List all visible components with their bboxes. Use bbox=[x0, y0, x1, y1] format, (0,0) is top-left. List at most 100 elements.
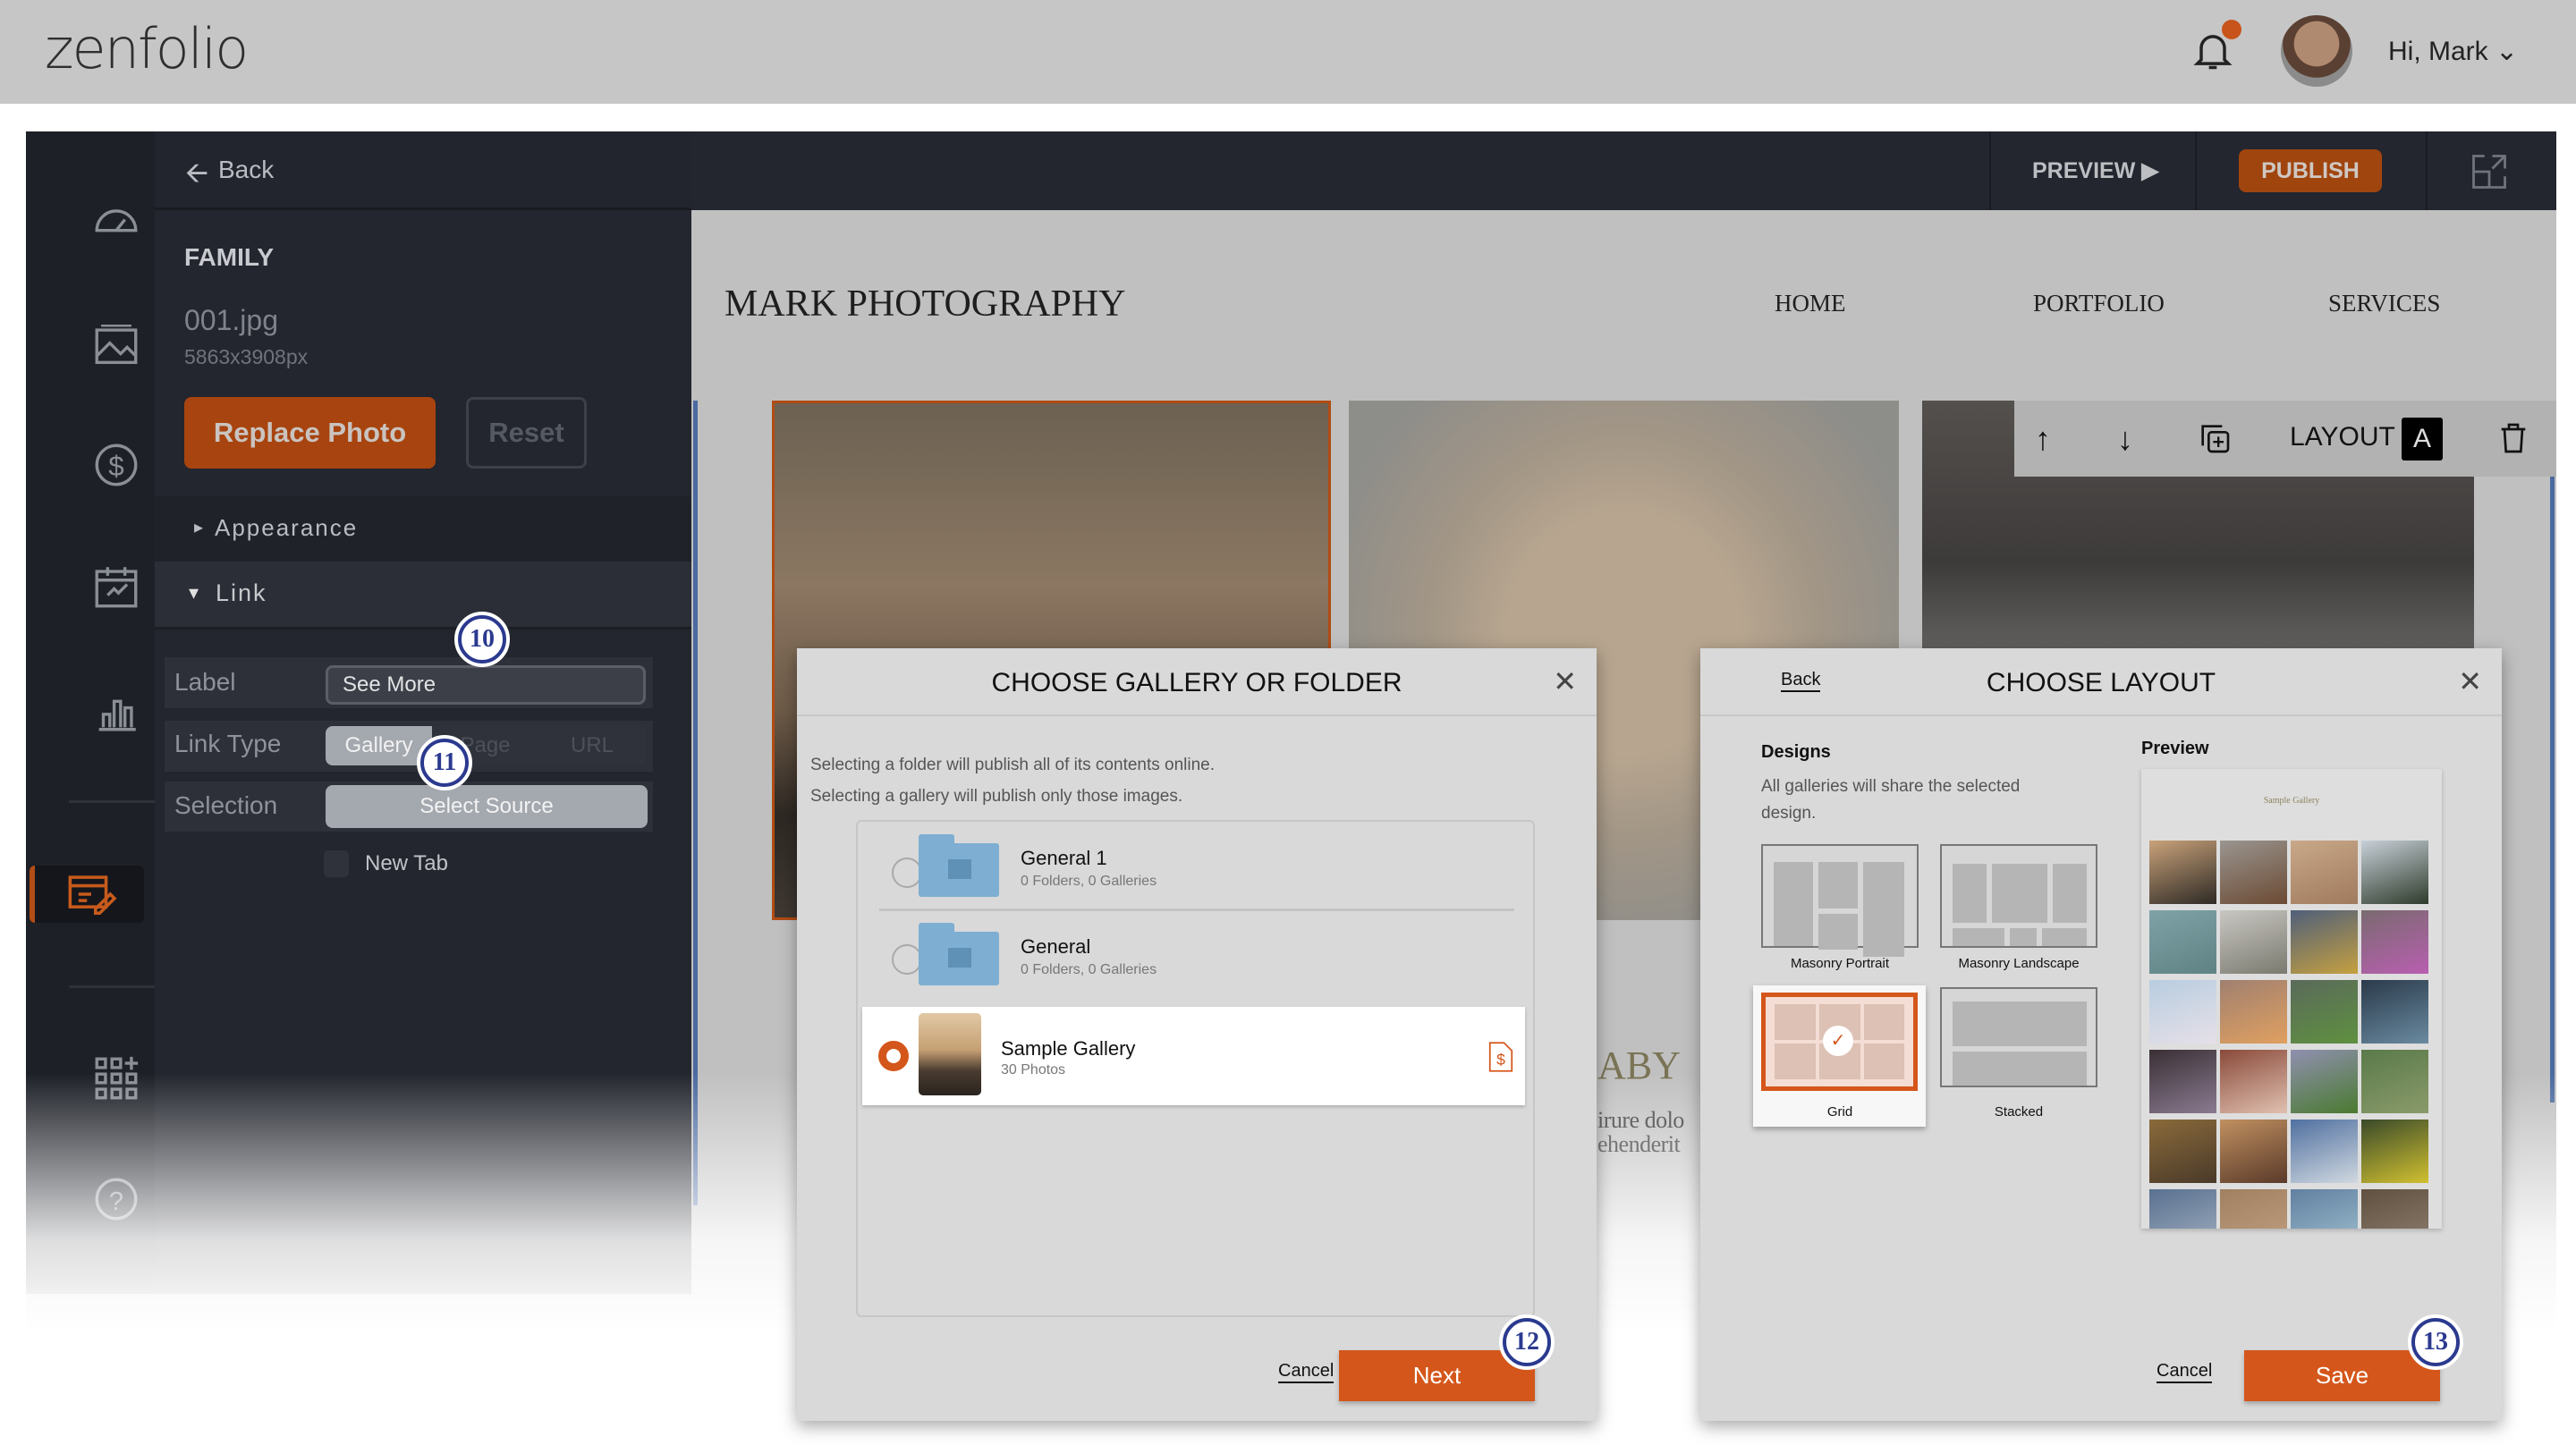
sidebar-item-website[interactable] bbox=[30, 866, 144, 923]
link-type-label: Link Type bbox=[174, 730, 282, 757]
preview-tile bbox=[2291, 841, 2358, 904]
caret-right-icon: ▸ bbox=[194, 518, 204, 537]
section-title: FAMILY bbox=[184, 243, 275, 271]
svg-text:$: $ bbox=[108, 451, 123, 482]
back-button[interactable]: 🡨 Back bbox=[155, 131, 691, 210]
link-type-url[interactable]: URL bbox=[538, 726, 646, 765]
annotation-number: 12 bbox=[1503, 1318, 1551, 1366]
link-type-segmented-control: Gallery Page URL bbox=[326, 726, 646, 765]
radio-button[interactable] bbox=[892, 858, 922, 888]
close-icon[interactable]: ✕ bbox=[2458, 664, 2482, 698]
duplicate-icon[interactable] bbox=[2197, 420, 2233, 456]
label-input[interactable]: See More bbox=[326, 665, 646, 705]
nav-services[interactable]: SERVICES bbox=[2328, 290, 2440, 317]
design-masonry-portrait[interactable] bbox=[1761, 844, 1919, 957]
folder-icon bbox=[919, 923, 999, 985]
annotation-marker: 10 bbox=[454, 612, 510, 667]
calendar-icon[interactable] bbox=[90, 561, 142, 613]
preview-tile bbox=[2291, 910, 2358, 974]
annotation-number: 13 bbox=[2411, 1318, 2460, 1366]
arrow-up-icon[interactable]: ↑ bbox=[2035, 420, 2071, 457]
body-text-fragment: irure dolo bbox=[1597, 1107, 1684, 1133]
dashboard-icon[interactable] bbox=[90, 196, 142, 248]
folder-icon bbox=[919, 834, 999, 897]
modal-header: CHOOSE GALLERY OR FOLDER ✕ bbox=[797, 648, 1597, 716]
radio-button[interactable] bbox=[892, 944, 922, 975]
item-name: General bbox=[1021, 935, 1091, 958]
close-icon[interactable]: ✕ bbox=[1553, 664, 1577, 698]
chart-icon[interactable] bbox=[90, 684, 142, 736]
preview-tile bbox=[2149, 841, 2216, 904]
file-dimensions: 5863x3908px bbox=[184, 345, 309, 368]
reset-button[interactable]: Reset bbox=[466, 397, 587, 469]
link-section-toggle[interactable]: ▾ Link bbox=[155, 562, 691, 630]
avatar[interactable] bbox=[2281, 15, 2352, 87]
preview-tile bbox=[2149, 910, 2216, 974]
chevron-down-icon: ⌄ bbox=[2496, 37, 2519, 66]
cancel-button[interactable]: Cancel bbox=[1278, 1361, 1335, 1383]
choose-gallery-modal: CHOOSE GALLERY OR FOLDER ✕ Selecting a f… bbox=[797, 648, 1597, 1421]
dollar-icon[interactable]: $ bbox=[90, 439, 142, 491]
choose-layout-modal: Back CHOOSE LAYOUT ✕ Designs All galleri… bbox=[1700, 648, 2502, 1421]
design-masonry-landscape[interactable] bbox=[1940, 844, 2097, 948]
select-source-button[interactable]: Select Source bbox=[326, 785, 648, 828]
modal-description: Selecting a gallery will publish only th… bbox=[810, 787, 1183, 806]
save-button[interactable]: Save bbox=[2244, 1350, 2440, 1401]
annotation-number: 11 bbox=[420, 739, 469, 787]
new-tab-label: New Tab bbox=[365, 851, 448, 875]
photo-toolbar bbox=[2014, 401, 2556, 477]
list-item-selected[interactable]: Sample Gallery 30 Photos $ bbox=[862, 1007, 1525, 1105]
preview-tile bbox=[2220, 1120, 2287, 1183]
list-item[interactable]: General 1 0 Folders, 0 Galleries bbox=[879, 827, 1514, 911]
design-label: Masonry Portrait bbox=[1790, 956, 1890, 971]
image-icon[interactable] bbox=[90, 319, 142, 371]
list-item[interactable]: General 0 Folders, 0 Galleries bbox=[879, 914, 1514, 1003]
design-label: Stacked bbox=[1994, 1104, 2044, 1120]
toolbar-divider bbox=[1989, 131, 1991, 210]
expand-icon[interactable] bbox=[2470, 153, 2508, 190]
preview-tile bbox=[2220, 1189, 2287, 1229]
new-tab-checkbox[interactable] bbox=[324, 850, 349, 877]
preview-tile bbox=[2149, 1050, 2216, 1113]
radio-button-selected[interactable] bbox=[878, 1041, 909, 1071]
user-menu[interactable]: Hi, Mark ⌄ bbox=[2388, 36, 2518, 67]
item-subtitle: 30 Photos bbox=[1001, 1062, 1066, 1077]
preview-tile bbox=[2149, 1189, 2216, 1229]
cancel-button[interactable]: Cancel bbox=[2157, 1361, 2213, 1383]
annotation-marker: 11 bbox=[417, 735, 472, 790]
replace-photo-button[interactable]: Replace Photo bbox=[184, 397, 436, 469]
modal-title: CHOOSE GALLERY OR FOLDER bbox=[991, 668, 1402, 697]
label-field-label: Label bbox=[174, 668, 236, 696]
preview-tile bbox=[2149, 980, 2216, 1044]
back-label: Back bbox=[218, 156, 275, 183]
appearance-section-toggle[interactable]: ▸ Appearance bbox=[155, 496, 691, 562]
zenfolio-logo[interactable]: zenfolio bbox=[45, 16, 249, 81]
selection-label: Selection bbox=[174, 791, 278, 819]
preview-tile bbox=[2220, 1050, 2287, 1113]
rail-divider bbox=[69, 985, 164, 988]
layout-selector[interactable]: A bbox=[2402, 418, 2443, 461]
arrow-down-icon[interactable]: ↓ bbox=[2117, 420, 2153, 457]
preview-heading: Preview bbox=[2141, 739, 2209, 758]
appearance-label: Appearance bbox=[215, 514, 359, 541]
designs-heading: Designs bbox=[1761, 742, 1831, 762]
preview-tile bbox=[2361, 841, 2428, 904]
design-stacked[interactable] bbox=[1940, 987, 2097, 1087]
preview-tile bbox=[2220, 980, 2287, 1044]
modal-description: Selecting a folder will publish all of i… bbox=[810, 756, 1216, 774]
design-grid-selected[interactable]: ✓ Grid bbox=[1753, 985, 1926, 1127]
preview-button[interactable]: PREVIEW ▶ bbox=[2032, 157, 2158, 184]
preview-tile bbox=[2361, 1120, 2428, 1183]
trash-icon[interactable] bbox=[2496, 420, 2531, 456]
annotation-marker: 13 bbox=[2408, 1314, 2463, 1370]
publish-button[interactable]: PUBLISH bbox=[2239, 149, 2382, 192]
designs-description: All galleries will share the selected de… bbox=[1761, 777, 2021, 823]
annotation-number: 10 bbox=[458, 615, 506, 663]
preview-tile bbox=[2361, 1189, 2428, 1229]
link-label: Link bbox=[216, 579, 267, 606]
nav-portfolio[interactable]: PORTFOLIO bbox=[2033, 290, 2165, 317]
nav-home[interactable]: HOME bbox=[1775, 290, 1846, 317]
site-title[interactable]: MARK PHOTOGRAPHY bbox=[724, 283, 1125, 325]
annotation-marker: 12 bbox=[1499, 1314, 1555, 1370]
caret-down-icon: ▾ bbox=[189, 581, 199, 604]
